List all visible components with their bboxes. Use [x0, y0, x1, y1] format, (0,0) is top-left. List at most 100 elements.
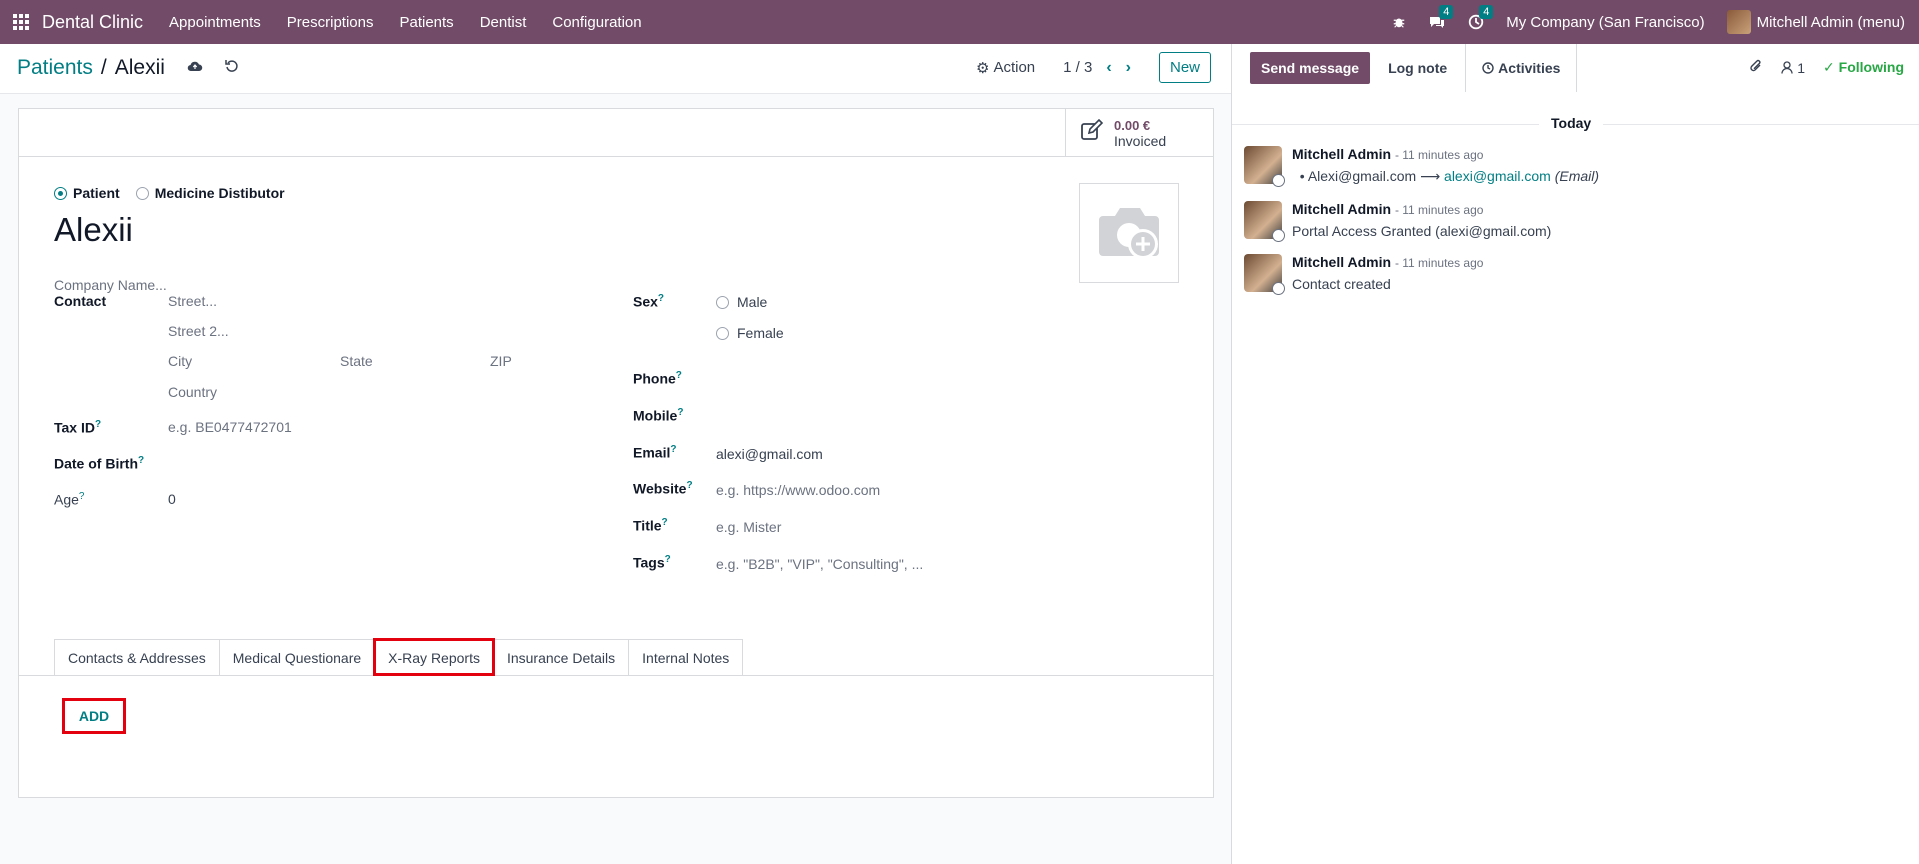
message-body: Contact created [1292, 276, 1391, 292]
mobile-label: Mobile? [633, 407, 684, 424]
new-button[interactable]: New [1158, 52, 1211, 83]
activities-badge: 4 [1479, 5, 1494, 19]
message-author[interactable]: Mitchell Admin [1292, 146, 1391, 162]
street2-input[interactable]: Street 2... [168, 323, 229, 339]
invoiced-stat-button[interactable]: 0.00 € Invoiced [1065, 109, 1213, 157]
user-menu[interactable]: Mitchell Admin (menu) [1726, 10, 1905, 34]
edit-square-icon [1080, 118, 1104, 147]
breadcrumb: Patients / Alexii [17, 56, 239, 80]
message-body: Portal Access Granted (alexi@gmail.com) [1292, 223, 1552, 239]
pager-previous-icon[interactable]: ‹ [1106, 59, 1111, 77]
following-button[interactable]: ✓ Following [1823, 59, 1904, 76]
country-input[interactable]: Country [168, 384, 217, 400]
message-body: • Alexi@gmail.com ⟶ alexi@gmail.com (Ema… [1292, 168, 1600, 184]
new-value-link[interactable]: alexi@gmail.com [1444, 168, 1551, 184]
age-label: Age? [54, 491, 85, 508]
website-label: Website? [633, 480, 693, 497]
author-avatar[interactable] [1244, 254, 1285, 295]
messages-icon[interactable]: 4 [1428, 5, 1454, 30]
email-input[interactable]: alexi@gmail.com [716, 446, 823, 462]
menu-dentist[interactable]: Dentist [480, 14, 527, 31]
activities-button[interactable]: Activities [1465, 44, 1578, 92]
add-button[interactable]: ADD [62, 698, 126, 734]
title-input[interactable]: e.g. Mister [716, 519, 781, 535]
patient-name-field[interactable]: Alexii [54, 211, 133, 249]
message-author[interactable]: Mitchell Admin [1292, 201, 1391, 217]
camera-plus-icon [1099, 208, 1159, 259]
company-name-input[interactable]: Company Name... [54, 277, 167, 293]
chatter-topbar: Send message Log note Activities 1 ✓ Fol… [1232, 44, 1919, 92]
chatter-panel: Send message Log note Activities 1 ✓ Fol… [1231, 44, 1919, 864]
city-input[interactable]: City [168, 353, 192, 369]
tags-label: Tags? [633, 554, 671, 571]
action-label: Action [993, 59, 1036, 76]
clock-icon [1482, 62, 1494, 74]
discard-undo-icon[interactable] [225, 59, 239, 77]
apps-menu-icon[interactable] [0, 0, 42, 44]
street-input[interactable]: Street... [168, 293, 217, 309]
menu-patients[interactable]: Patients [399, 14, 453, 31]
author-avatar[interactable] [1244, 146, 1285, 187]
contact-label: Contact [54, 293, 107, 309]
menu-appointments[interactable]: Appointments [169, 14, 261, 31]
radio-male[interactable] [716, 295, 729, 309]
menu-prescriptions[interactable]: Prescriptions [287, 14, 374, 31]
message-author[interactable]: Mitchell Admin [1292, 254, 1391, 270]
activities-label: Activities [1498, 60, 1561, 76]
menu-configuration[interactable]: Configuration [552, 14, 641, 31]
pager-next-icon[interactable]: › [1126, 59, 1131, 77]
photo-upload[interactable] [1079, 183, 1179, 283]
changed-field: (Email) [1554, 168, 1600, 184]
tags-input[interactable]: e.g. "B2B", "VIP", "Consulting", ... [716, 556, 923, 572]
company-switcher[interactable]: My Company (San Francisco) [1506, 14, 1704, 31]
sex-male-label: Male [737, 294, 768, 310]
user-avatar [1726, 10, 1751, 34]
user-icon [1781, 61, 1793, 74]
phone-label: Phone? [633, 370, 682, 387]
followers-button[interactable]: 1 [1781, 60, 1805, 76]
sex-label: Sex? [633, 293, 665, 310]
tax-id-input[interactable]: e.g. BE0477472701 [168, 419, 292, 435]
tab-medical-questionare[interactable]: Medical Questionare [218, 639, 376, 675]
app-brand[interactable]: Dental Clinic [42, 12, 143, 33]
breadcrumb-separator: / [100, 56, 107, 79]
bug-icon[interactable] [1392, 15, 1406, 29]
tab-internal-notes[interactable]: Internal Notes [628, 639, 744, 675]
invoiced-value: 0.00 € [1114, 117, 1151, 133]
radio-patient[interactable] [54, 186, 67, 200]
breadcrumb-current: Alexii [114, 56, 165, 79]
radio-female[interactable] [716, 326, 729, 340]
today-label: Today [1539, 115, 1604, 131]
tab-xray-reports[interactable]: X-Ray Reports [373, 638, 495, 676]
radio-distributor[interactable] [135, 186, 149, 200]
gear-icon: ⚙ [975, 59, 990, 77]
save-cloud-icon[interactable] [187, 60, 203, 77]
age-value: 0 [168, 491, 176, 507]
sex-female-option[interactable]: Female [716, 325, 784, 341]
top-navbar: Dental Clinic Appointments Prescriptions… [0, 0, 1919, 44]
state-input[interactable]: State [340, 353, 373, 369]
button-box: 0.00 € Invoiced [19, 109, 1213, 157]
website-input[interactable]: e.g. https://www.odoo.com [716, 482, 880, 498]
email-label: Email? [633, 444, 677, 461]
sex-female-label: Female [737, 325, 784, 341]
old-value: Alexi@gmail.com [1307, 168, 1417, 184]
radio-patient-label: Patient [73, 185, 120, 201]
paperclip-icon[interactable] [1749, 58, 1763, 77]
activities-clock-icon[interactable]: 4 [1468, 5, 1494, 30]
author-avatar[interactable] [1244, 201, 1285, 242]
pager-value[interactable]: 1 / 3 [1063, 59, 1092, 76]
breadcrumb-patients[interactable]: Patients [17, 56, 93, 80]
send-message-button[interactable]: Send message [1250, 52, 1371, 84]
zip-input[interactable]: ZIP [490, 353, 512, 369]
change-arrow-icon: ⟶ [1420, 168, 1441, 184]
tab-insurance-details[interactable]: Insurance Details [492, 639, 630, 675]
log-note-button[interactable]: Log note [1370, 44, 1465, 92]
tab-contacts-addresses[interactable]: Contacts & Addresses [54, 639, 220, 675]
sex-male-option[interactable]: Male [716, 294, 767, 310]
tax-id-label: Tax ID? [54, 419, 102, 436]
dob-label: Date of Birth? [54, 455, 145, 472]
action-menu[interactable]: ⚙ Action [976, 59, 1035, 77]
partner-type-radio: Patient Medicine Distibutor [54, 185, 285, 201]
tabs-divider [19, 675, 1213, 676]
